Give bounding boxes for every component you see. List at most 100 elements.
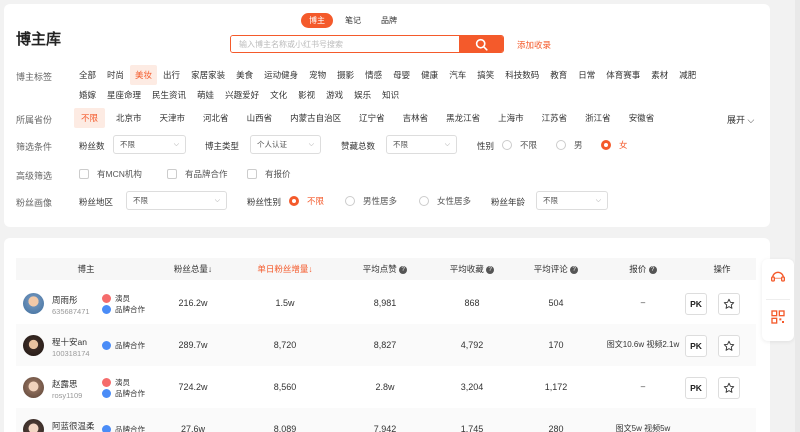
tag-chip-1[interactable]: 时尚 [102,65,129,85]
blogger-name[interactable]: 阿蓝很温柔 [52,420,95,432]
tag-chip-12[interactable]: 汽车 [444,65,471,85]
header-avg-comment[interactable]: 平均评论 ? [514,258,598,280]
avatar[interactable] [23,335,44,356]
table-row[interactable]: 阿蓝很温柔 品牌合作 27.6w 8,089 7,942 1,745 280 图… [16,408,756,432]
star-icon [723,340,735,351]
tab-brand[interactable]: 品牌 [373,13,405,28]
province-chip-4[interactable]: 山西省 [240,108,280,128]
avatar[interactable] [23,419,44,432]
fans-age-select[interactable]: 不限 ⌵ [536,191,608,210]
likes-total-select[interactable]: 不限 ⌵ [386,135,457,154]
gender-option-female[interactable]: 女 [601,139,628,151]
tag-chip-2[interactable]: 美妆 [130,65,158,85]
customer-service-icon[interactable] [770,269,786,287]
fans-age-label: 粉丝年龄 [491,197,526,207]
tag-chip-17[interactable]: 体育赛事 [601,65,645,85]
fans-gender-female[interactable]: 女性居多 [419,195,471,207]
checkbox-label: 有报价 [265,169,291,179]
province-chip-3[interactable]: 河北省 [196,108,236,128]
province-chip-12[interactable]: 安徽省 [622,108,662,128]
blogger-name[interactable]: 周雨彤 [52,294,78,306]
tag-chip-11[interactable]: 健康 [416,65,443,85]
fans-gender-male[interactable]: 男性居多 [345,195,397,207]
tag-chip-9[interactable]: 情感 [360,65,387,85]
province-chip-1[interactable]: 北京市 [109,108,149,128]
gender-option-male[interactable]: 男 [556,139,583,151]
qrcode-icon[interactable] [770,309,786,327]
tag-chip-6[interactable]: 运动健身 [259,65,303,85]
tag-chip-0[interactable]: 全部 [74,65,101,85]
header-price[interactable]: 报价 ? [598,258,688,280]
tag-chip-25[interactable]: 文化 [265,85,292,105]
tab-blogger[interactable]: 博主 [301,13,333,28]
radio-selected-icon [289,196,299,206]
tag-chip-19[interactable]: 减肥 [674,65,701,85]
tag-chip-16[interactable]: 日常 [573,65,600,85]
brand-coop-checkbox[interactable]: 有品牌合作 [167,168,228,180]
fans-region-select[interactable]: 不限 ⌵ [126,191,227,210]
tag-chip-3[interactable]: 出行 [158,65,185,85]
tag-chip-8[interactable]: 摄影 [332,65,359,85]
avg-fav: 868 [464,298,480,308]
tag-chip-7[interactable]: 宠物 [304,65,331,85]
fans-gender-any[interactable]: 不限 [289,195,324,207]
tag-chip-13[interactable]: 搞笑 [472,65,499,85]
tag-chip-14[interactable]: 科技数码 [500,65,544,85]
province-chip-11[interactable]: 浙江省 [578,108,618,128]
province-chip-9[interactable]: 上海市 [491,108,531,128]
blogger-name[interactable]: 程十安an [52,336,87,348]
table-row[interactable]: 赵露思 rosy1109 演员 品牌合作 724.2w 8,560 2.8w 3… [16,366,756,408]
search-input[interactable] [231,36,459,52]
fans-count-select[interactable]: 不限 ⌵ [113,135,186,154]
tab-notes[interactable]: 笔记 [337,13,369,28]
scrollbar[interactable] [795,0,800,432]
tag-chip-5[interactable]: 美食 [231,65,258,85]
header-fans-total[interactable]: 粉丝总量↓ [156,258,230,280]
pk-button[interactable]: PK [685,335,707,357]
tag-chip-20[interactable]: 婚嫁 [74,85,101,105]
province-chip-0[interactable]: 不限 [74,108,106,128]
table-row[interactable]: 周雨彤 635687471 演员 品牌合作 216.2w 1.5w 8,981 … [16,282,756,324]
search-bar [230,35,504,53]
tag-chip-21[interactable]: 星座命理 [102,85,146,105]
favorite-button[interactable] [718,335,740,357]
header-avg-fav[interactable]: 平均收藏 ? [430,258,514,280]
tag-chip-23[interactable]: 萌娃 [192,85,219,105]
province-chip-7[interactable]: 吉林省 [396,108,436,128]
province-chip-10[interactable]: 江苏省 [535,108,575,128]
tag-chip-10[interactable]: 母婴 [388,65,415,85]
tag-chip-28[interactable]: 娱乐 [349,85,376,105]
tag-chip-18[interactable]: 素材 [646,65,673,85]
province-chip-8[interactable]: 黑龙江省 [439,108,487,128]
tag-chip-22[interactable]: 民生资讯 [147,85,191,105]
gender-option-any[interactable]: 不限 [502,139,537,151]
header-daily-gain[interactable]: 单日粉丝增量↓ [230,258,340,280]
favorite-button[interactable] [718,293,740,315]
avatar[interactable] [23,293,44,314]
add-collection-link[interactable]: 添加收录 [517,39,551,51]
tag-chip-26[interactable]: 影视 [293,85,320,105]
blogger-type-select[interactable]: 个人认证 ⌵ [250,135,321,154]
has-price-checkbox[interactable]: 有报价 [247,168,291,180]
province-chip-5[interactable]: 内蒙古自治区 [283,108,348,128]
expand-button[interactable]: 展开 ⌵ [727,113,754,126]
header-label: 报价 [629,264,647,274]
blogger-name[interactable]: 赵露思 [52,378,78,390]
pk-button[interactable]: PK [685,293,707,315]
province-chip-2[interactable]: 天津市 [153,108,193,128]
favorite-button[interactable] [718,377,740,399]
tag-chip-15[interactable]: 教育 [545,65,572,85]
blogger-type-value: 个人认证 [257,140,287,149]
mcn-checkbox[interactable]: 有MCN机构 [79,168,142,180]
avatar[interactable] [23,377,44,398]
table-row[interactable]: 程十安an 100318174 品牌合作 289.7w 8,720 8,827 … [16,324,756,366]
tag-chip-24[interactable]: 兴趣爱好 [220,85,264,105]
province-chip-6[interactable]: 辽宁省 [352,108,392,128]
tag-chip-29[interactable]: 知识 [377,85,404,105]
header-avg-like[interactable]: 平均点赞 ? [340,258,430,280]
pk-button[interactable]: PK [685,377,707,399]
search-button[interactable] [459,36,503,52]
tag-chip-4[interactable]: 家居家装 [186,65,230,85]
tag-chip-27[interactable]: 游戏 [321,85,348,105]
badge-label: 品牌合作 [115,425,145,432]
